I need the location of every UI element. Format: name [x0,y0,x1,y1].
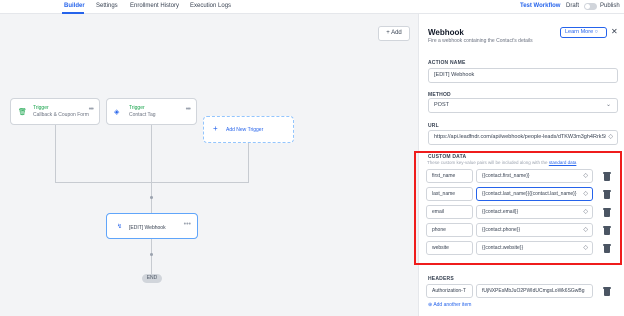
trigger-card-tag[interactable]: ◈ Trigger Contact Tag ••• [106,98,197,125]
url-value: https://api.leadfndr.com/api/webhook/peo… [434,134,607,140]
more-options-icon[interactable]: ••• [184,221,191,228]
custom-value-tag-icon[interactable]: ◇ [606,131,613,144]
trigger-subtitle: Callback & Coupon Form [33,112,89,118]
learn-more-button[interactable]: Learn More ○ [560,27,607,38]
trigger-subtitle: Contact Tag [129,112,156,118]
add-button[interactable]: + Add [378,26,410,41]
connector-line [248,143,249,182]
connector-dot [150,253,153,256]
connector-line [151,239,152,274]
header-value[interactable]: fUjNXPEsMbJuO2PWIdUCmgsLoWk6SGwBg [476,284,593,298]
custom-data-highlight-box [414,151,622,265]
test-workflow-button[interactable]: Test Workflow [520,3,560,9]
close-icon[interactable]: ✕ [611,27,618,36]
url-field[interactable]: https://api.leadfndr.com/api/webhook/peo… [428,130,618,145]
trash-icon[interactable] [603,287,611,296]
chevron-down-icon: ⌄ [605,102,611,108]
panel-subtitle: Fire a webhook containing the Contact's … [428,38,533,44]
tab-execution-logs[interactable]: Execution Logs [190,3,231,9]
url-label: URL [428,123,439,129]
add-another-item-label: Add another item [433,302,472,308]
method-select[interactable]: POST ⌄ [428,98,618,113]
action-label: [EDIT] Webhook [129,225,166,231]
tag-icon: ◈ [114,109,120,116]
add-another-item-link[interactable]: ⊕ Add another item [428,302,471,308]
connector-line [55,182,249,183]
tab-settings[interactable]: Settings [96,3,118,9]
add-new-trigger-button[interactable]: + Add New Trigger [203,116,294,143]
plus-icon: + [213,124,218,133]
trigger-title: Trigger [33,105,49,111]
panel-title: Webhook [428,28,464,37]
connector-dot [150,196,153,199]
more-options-icon[interactable]: ••• [89,106,94,113]
action-name-value: [EDIT] Webhook [434,72,475,78]
connector-line [55,125,56,182]
action-name-field[interactable]: [EDIT] Webhook [428,68,618,83]
header-key[interactable]: Authorization-T [426,284,473,298]
action-card-webhook[interactable]: ↯ [EDIT] Webhook ••• [106,213,198,239]
publish-toggle[interactable] [584,3,597,10]
add-new-trigger-label: Add New Trigger [226,127,264,133]
draft-label: Draft [566,3,580,9]
lightbulb-icon: ○ [594,29,598,35]
publish-label: Publish [600,3,620,9]
method-value: POST [434,102,449,108]
action-name-label: ACTION NAME [428,60,466,66]
trigger-card-form[interactable]: 🗑 Trigger Callback & Coupon Form ••• [10,98,100,125]
end-node: END [142,274,162,283]
form-icon: 🗑 [18,109,27,116]
connector-line [151,125,152,182]
tab-builder[interactable]: Builder [64,3,85,9]
tab-enrollment-history[interactable]: Enrollment History [130,3,179,9]
trigger-title: Trigger [129,105,145,111]
learn-more-label: Learn More [565,29,594,35]
headers-label: HEADERS [428,276,454,282]
more-options-icon[interactable]: ••• [186,106,191,113]
webhook-icon: ↯ [117,224,123,230]
active-tab-indicator [62,12,84,14]
top-navigation: Builder Settings Enrollment History Exec… [0,0,624,14]
